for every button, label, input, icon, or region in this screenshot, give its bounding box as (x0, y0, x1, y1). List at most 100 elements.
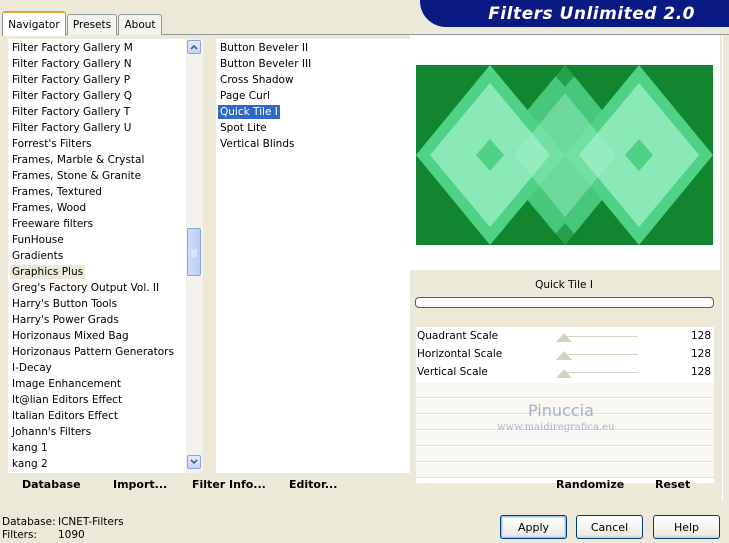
slider-track (564, 336, 638, 337)
list-item[interactable]: Button Beveler III (216, 56, 410, 72)
filter-info-command[interactable]: Filter Info... (192, 478, 266, 493)
list-item[interactable]: Spot Lite (216, 120, 410, 136)
list-item[interactable]: Graphics Plus (8, 264, 186, 280)
scroll-thumb[interactable] (187, 228, 201, 276)
list-item[interactable]: Johann's Filters (8, 424, 186, 440)
list-item-label: Harry's Button Tools (12, 298, 118, 310)
list-item[interactable]: Filter Factory Gallery P (8, 72, 186, 88)
app-title: Filters Unlimited 2.0 (488, 3, 695, 24)
watermark-site: www.maidiregrafica.eu (497, 422, 615, 433)
randomize-command[interactable]: Randomize (556, 478, 624, 493)
list-item-label: Filter Factory Gallery T (12, 106, 131, 118)
list-item-label: Graphics Plus (10, 265, 86, 279)
slider-thumb[interactable] (556, 351, 572, 360)
cancel-button-label: Cancel (590, 520, 629, 534)
tab-about[interactable]: About (118, 14, 162, 35)
slider-thumb[interactable] (556, 369, 572, 378)
list-item-label: Italian Editors Effect (12, 410, 119, 422)
list-item-label: Horizonaus Mixed Bag (12, 330, 129, 342)
list-item[interactable]: Button Beveler II (216, 40, 410, 56)
list-item[interactable]: Harry's Power Grads (8, 312, 186, 328)
tab-about-label: About (124, 19, 156, 31)
list-item[interactable]: Page Curl (216, 88, 410, 104)
list-item-label: Frames, Textured (12, 186, 102, 198)
list-item[interactable]: Cross Shadow (216, 72, 410, 88)
param-vertical-scale[interactable]: Vertical Scale 128 (416, 364, 714, 382)
list-item[interactable]: Filter Factory Gallery U (8, 120, 186, 136)
param-value: 128 (690, 330, 711, 342)
slider-track (564, 372, 638, 373)
help-button[interactable]: Help (653, 515, 720, 539)
list-item-label: Button Beveler II (220, 42, 309, 54)
list-item-label: Filter Factory Gallery U (12, 122, 132, 134)
list-item[interactable]: Filter Factory Gallery M (8, 40, 186, 56)
scroll-down-button[interactable] (187, 455, 201, 469)
import-command[interactable]: Import... (113, 478, 167, 493)
slider-thumb[interactable] (556, 333, 572, 342)
list-item[interactable]: FunHouse (8, 232, 186, 248)
empty-param-row (416, 447, 714, 462)
editor-command[interactable]: Editor... (289, 478, 337, 493)
tab-presets[interactable]: Presets (67, 14, 117, 35)
param-label: Horizontal Scale (417, 348, 503, 360)
list-item[interactable]: Greg's Factory Output Vol. II (8, 280, 186, 296)
empty-param-row (416, 463, 714, 478)
param-horizontal-scale[interactable]: Horizontal Scale 128 (416, 346, 714, 364)
list-item[interactable]: Horizonaus Pattern Generators (8, 344, 186, 360)
list-item-label: Button Beveler III (220, 58, 312, 70)
list-item-label: Filter Factory Gallery M (12, 42, 133, 54)
list-item[interactable]: Freeware filters (8, 216, 186, 232)
cancel-button[interactable]: Cancel (576, 515, 643, 539)
list-item-label: Cross Shadow (220, 74, 294, 86)
list-item[interactable]: Frames, Wood (8, 200, 186, 216)
param-quadrant-scale[interactable]: Quadrant Scale 128 (416, 328, 714, 346)
list-item[interactable]: Gradients (8, 248, 186, 264)
list-item-label: Filter Factory Gallery Q (12, 90, 133, 102)
list-item-label: Filter Factory Gallery N (12, 58, 132, 70)
list-item[interactable]: Filter Factory Gallery N (8, 56, 186, 72)
list-item-label: Gradients (12, 250, 64, 262)
apply-button[interactable]: Apply (500, 515, 567, 539)
database-status-label: Database: (2, 516, 56, 528)
list-item-label: Page Curl (220, 90, 270, 102)
tab-navigator-label: Navigator (8, 18, 60, 31)
list-item-label: Spot Lite (220, 122, 267, 134)
list-item[interactable]: Frames, Stone & Granite (8, 168, 186, 184)
filter-list[interactable]: Button Beveler II Button Beveler III Cross… (216, 39, 410, 473)
chevron-down-icon (190, 459, 198, 465)
reset-command[interactable]: Reset (655, 478, 690, 493)
param-label: Vertical Scale (417, 366, 488, 378)
help-button-label: Help (673, 520, 700, 534)
empty-param-row (416, 383, 714, 398)
list-item[interactable]: Vertical Blinds (216, 136, 410, 152)
list-item[interactable]: Harry's Button Tools (8, 296, 186, 312)
list-item[interactable]: Filter Factory Gallery T (8, 104, 186, 120)
list-item[interactable]: kang 2 (8, 456, 186, 472)
list-item[interactable]: Image Enhancement (8, 376, 186, 392)
param-value: 128 (690, 348, 711, 360)
list-item[interactable]: Frames, Textured (8, 184, 186, 200)
slider-track (564, 354, 638, 355)
category-scrollbar[interactable] (186, 39, 203, 473)
list-item[interactable]: It@lian Editors Effect (8, 392, 186, 408)
tab-navigator[interactable]: Navigator (2, 11, 66, 36)
list-item-label: Freeware filters (12, 218, 94, 230)
list-item-label: Frames, Stone & Granite (12, 170, 142, 182)
list-item-label: FunHouse (12, 234, 64, 246)
database-command[interactable]: Database (22, 478, 81, 493)
list-item[interactable]: Horizonaus Mixed Bag (8, 328, 186, 344)
list-item-label: Quick Tile I (218, 105, 280, 119)
list-item[interactable]: I-Decay (8, 360, 186, 376)
list-item[interactable]: Quick Tile I (216, 104, 410, 120)
list-item[interactable]: kang 1 (8, 440, 186, 456)
scroll-up-button[interactable] (187, 40, 201, 54)
list-item-label: Frames, Marble & Crystal (12, 154, 145, 166)
category-list[interactable]: Filter Factory Gallery M Filter Factory G… (8, 39, 186, 473)
list-item[interactable]: Italian Editors Effect (8, 408, 186, 424)
filter-name-label: Quick Tile I (535, 279, 593, 291)
list-item[interactable]: Forrest's Filters (8, 136, 186, 152)
list-item-label: Greg's Factory Output Vol. II (12, 282, 160, 294)
list-item[interactable]: Filter Factory Gallery Q (8, 88, 186, 104)
list-item[interactable]: Frames, Marble & Crystal (8, 152, 186, 168)
tab-presets-label: Presets (72, 19, 112, 31)
